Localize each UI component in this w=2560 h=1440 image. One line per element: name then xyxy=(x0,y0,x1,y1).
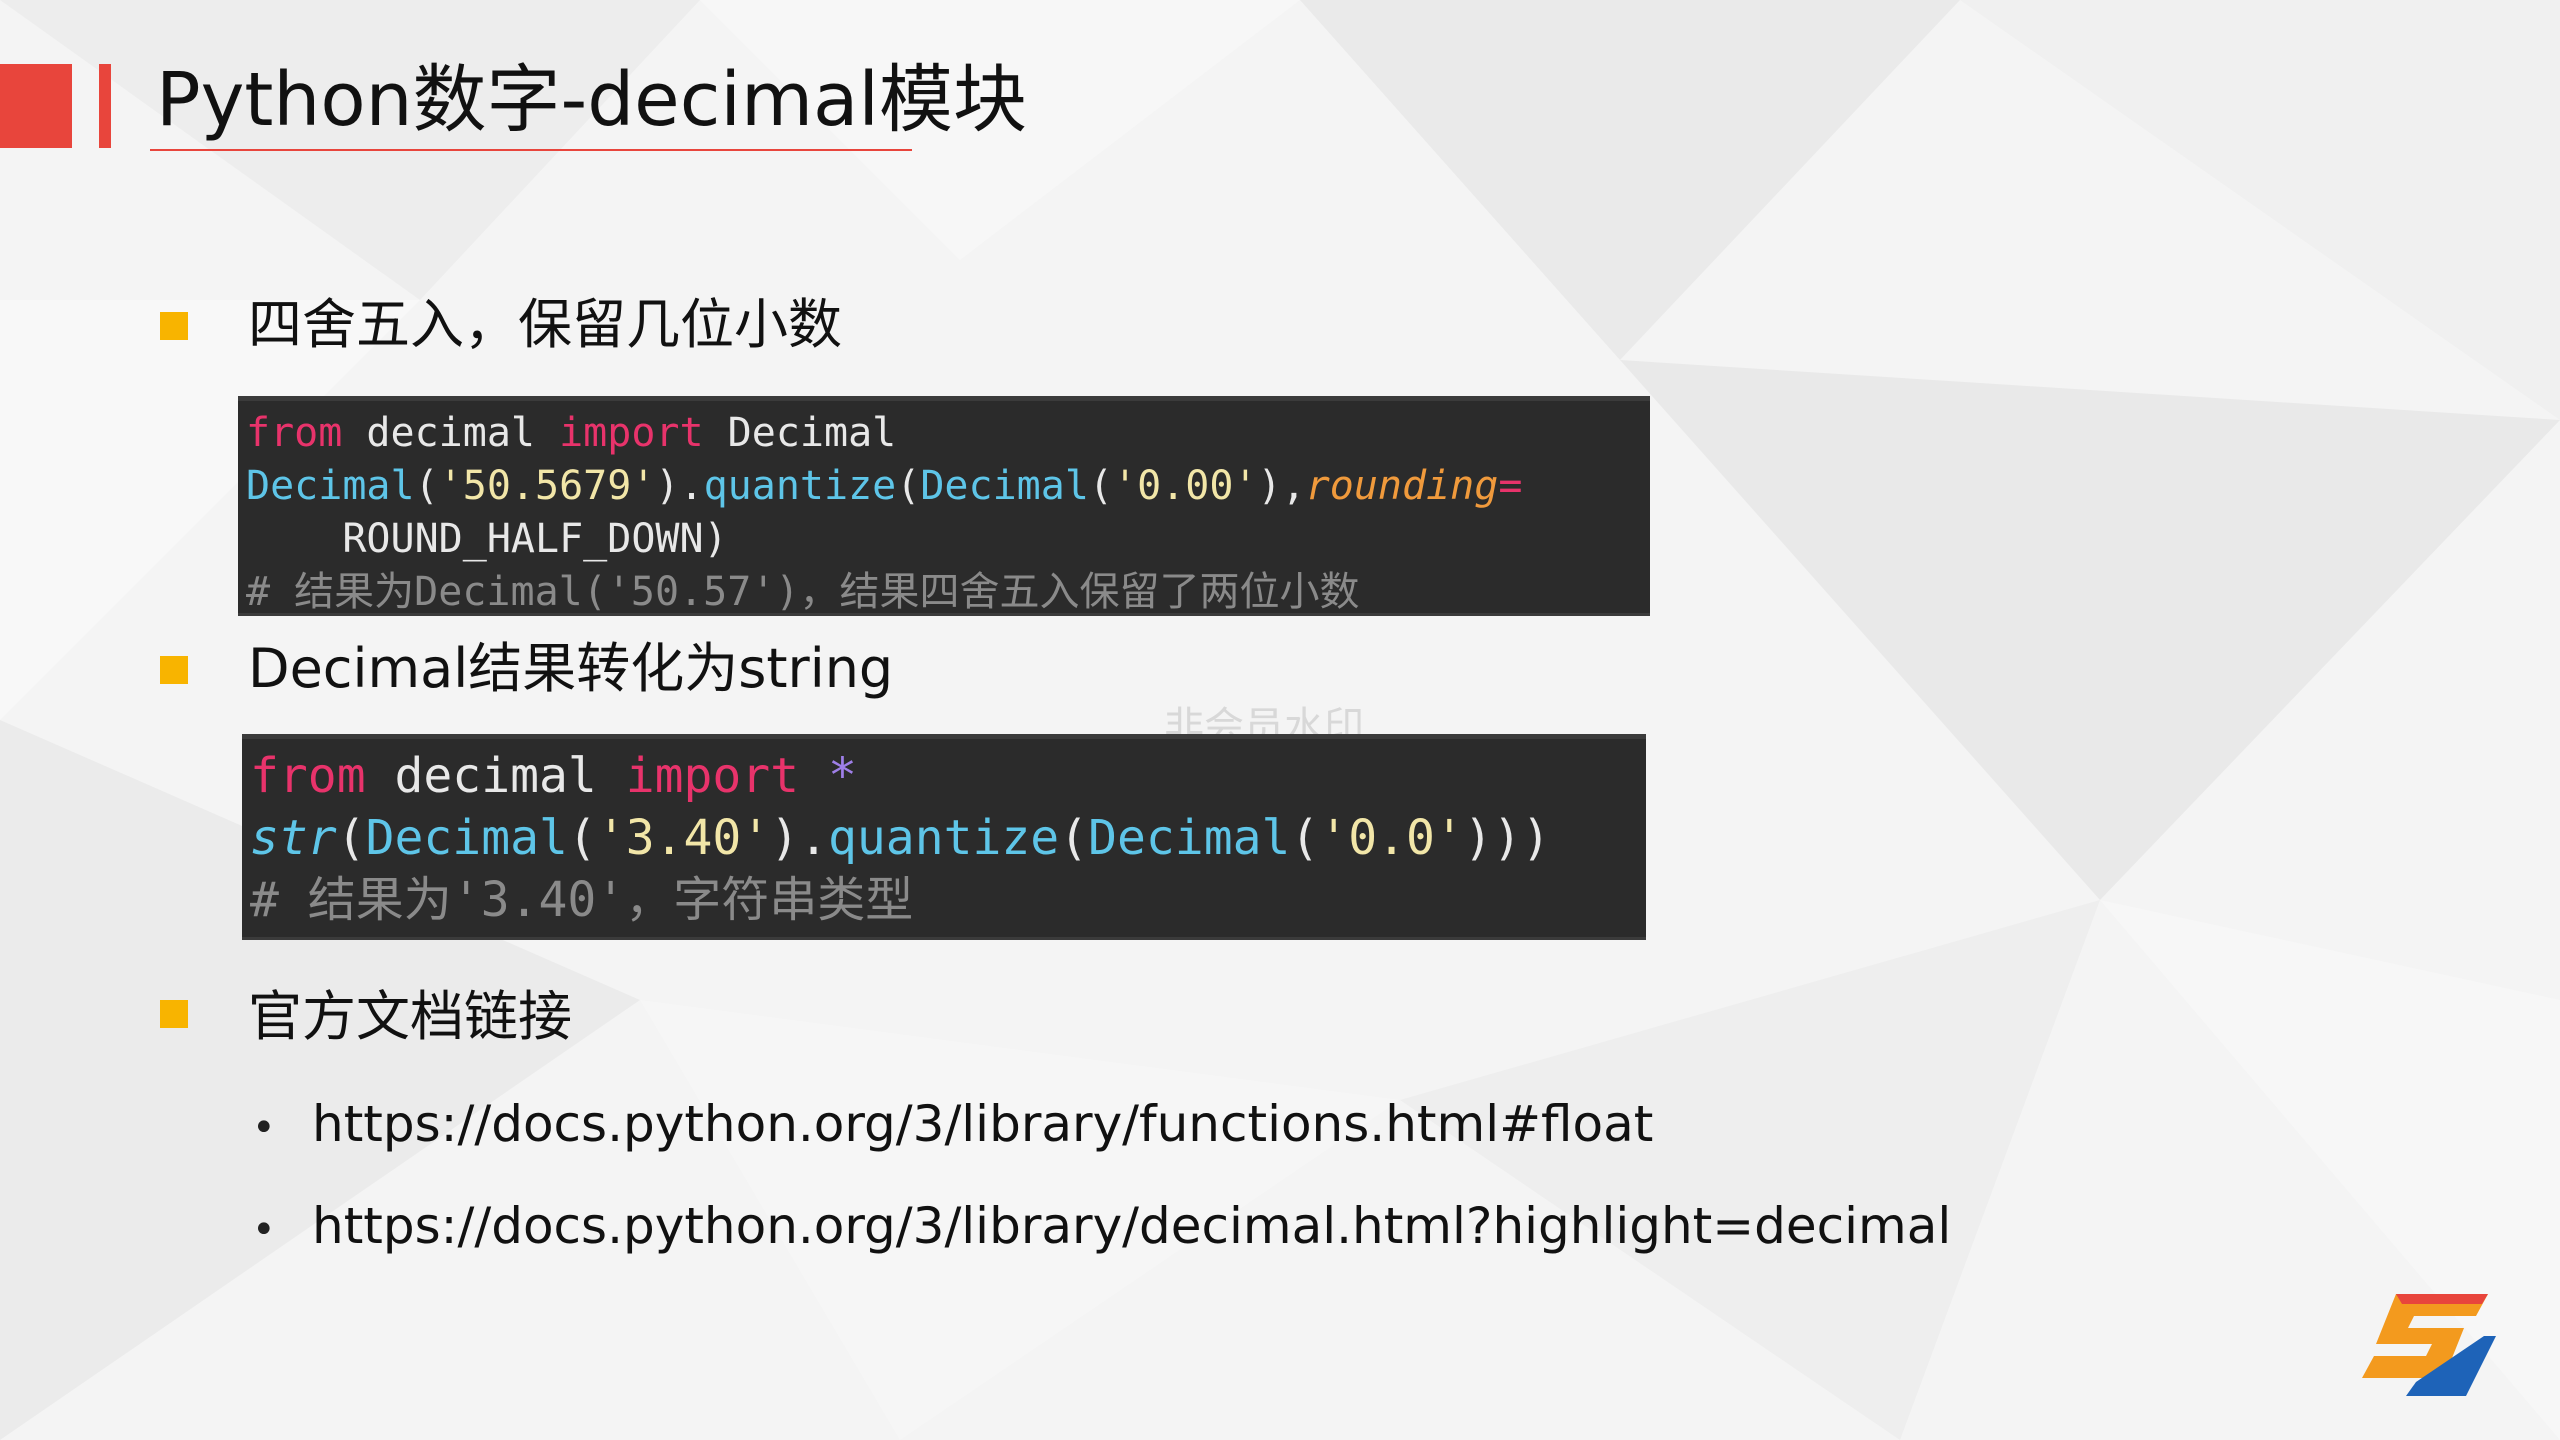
code-punct: ( xyxy=(1290,810,1320,866)
code-punct: ). xyxy=(770,810,828,866)
doc-link-functions[interactable]: https://docs.python.org/3/library/functi… xyxy=(312,1092,1653,1156)
code-punct: ( xyxy=(1088,463,1114,509)
code-keyword: from xyxy=(246,410,343,456)
code-punct: ))) xyxy=(1463,810,1551,866)
section-heading-rounding: 四舍五入，保留几位小数 xyxy=(248,293,842,356)
code-punct: ( xyxy=(896,463,921,509)
list-bullet: • xyxy=(252,1207,276,1253)
code-string: '3.40' xyxy=(596,810,771,866)
code-line: # 结果为'3.40'，字符串类型 xyxy=(250,869,1646,931)
code-line: ROUND_HALF_DOWN) xyxy=(246,513,1650,566)
section-bullet xyxy=(160,656,188,684)
code-punct: ). xyxy=(655,463,704,509)
code-text: Decimal xyxy=(703,410,897,456)
code-block-rounding: from decimal import Decimal Decimal('50.… xyxy=(238,396,1650,616)
code-punct: ), xyxy=(1257,463,1306,509)
code-comment: # 结果为'3.40'，字符串类型 xyxy=(250,872,914,928)
title-accent-bar xyxy=(99,64,111,148)
code-keyword: import xyxy=(559,410,704,456)
code-punct: ( xyxy=(567,810,597,866)
section-bullet xyxy=(160,1000,188,1028)
code-builtin: str xyxy=(250,810,337,866)
code-class: Decimal xyxy=(365,810,568,866)
code-class: Decimal xyxy=(1088,810,1291,866)
page-title: Python数字-decimal模块 xyxy=(156,57,1027,143)
code-keyword: from xyxy=(250,748,366,804)
code-comment: # 结果为Decimal('50.57')，结果四舍五入保留了两位小数 xyxy=(246,569,1360,615)
code-text: ROUND_HALF_DOWN) xyxy=(246,516,728,562)
code-line: str(Decimal('3.40').quantize(Decimal('0.… xyxy=(250,807,1646,869)
code-string: '0.0' xyxy=(1319,810,1464,866)
section-bullet xyxy=(160,312,188,340)
title-accent-block xyxy=(0,64,72,148)
code-class: Decimal xyxy=(246,463,415,509)
code-punct: ( xyxy=(336,810,366,866)
title-underline xyxy=(150,149,912,151)
code-line: Decimal('50.5679').quantize(Decimal('0.0… xyxy=(246,460,1650,513)
code-punct: ( xyxy=(414,463,439,509)
code-punct: ( xyxy=(1059,810,1089,866)
code-wildcard: * xyxy=(799,748,857,804)
code-line: from decimal import * xyxy=(250,745,1646,807)
code-keyword: import xyxy=(625,748,800,804)
section-heading-to-string: Decimal结果转化为string xyxy=(248,637,894,700)
code-text: decimal xyxy=(365,748,626,804)
code-string: '50.5679' xyxy=(438,463,656,509)
doc-link-decimal[interactable]: https://docs.python.org/3/library/decima… xyxy=(312,1194,1951,1258)
code-text: decimal xyxy=(342,410,560,456)
code-string: '0.00' xyxy=(1113,463,1258,509)
s-logo-icon xyxy=(2362,1294,2496,1396)
code-class: Decimal xyxy=(920,463,1089,509)
code-method: quantize xyxy=(703,463,897,509)
section-heading-docs: 官方文档链接 xyxy=(248,985,572,1048)
code-line: from decimal import Decimal xyxy=(246,407,1650,460)
code-method: quantize xyxy=(828,810,1060,866)
list-bullet: • xyxy=(252,1105,276,1151)
code-block-to-string: from decimal import * str(Decimal('3.40'… xyxy=(242,734,1646,940)
code-kwarg: rounding xyxy=(1305,463,1499,509)
code-operator: = xyxy=(1498,463,1523,509)
code-line: # 结果为Decimal('50.57')，结果四舍五入保留了两位小数 xyxy=(246,566,1650,615)
